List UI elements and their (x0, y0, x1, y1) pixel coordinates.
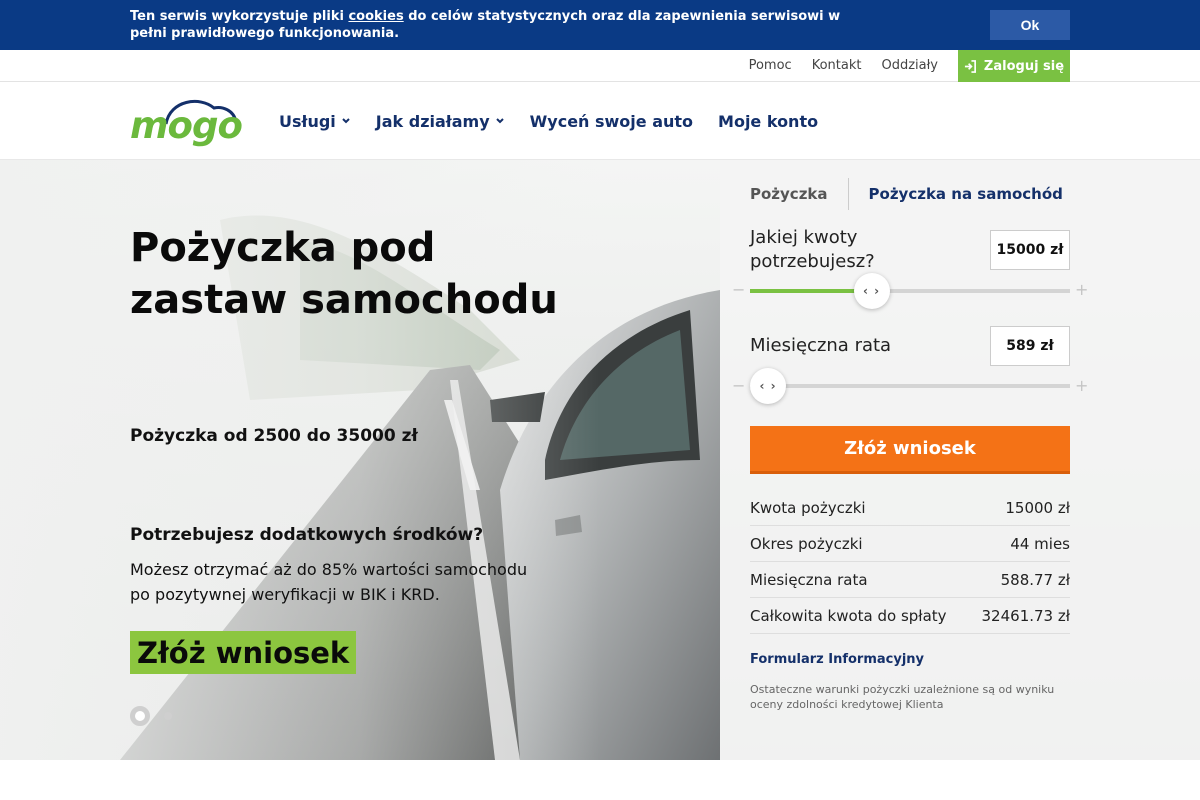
login-label: Zaloguj się (983, 58, 1065, 74)
slide-dot-active[interactable] (130, 706, 150, 726)
top-links: Pomoc Kontakt Oddziały (749, 50, 938, 81)
summary-value: 32461.73 zł (981, 606, 1070, 625)
slide-dot[interactable] (164, 712, 172, 720)
tab-car-loan[interactable]: Pożyczka na samochód (849, 185, 1063, 203)
rate-input[interactable]: 589 zł (990, 326, 1070, 366)
information-form-link[interactable]: Formularz Informacyjny (750, 652, 924, 667)
disclaimer-text: Ostateczne warunki pożyczki uzależnione … (750, 683, 1055, 711)
chevron-down-icon (495, 118, 504, 124)
amount-slider[interactable]: ‹ › (750, 273, 1070, 309)
rate-slider[interactable]: ‹ › (750, 368, 1070, 404)
rate-slider-handle[interactable]: ‹ › (750, 368, 786, 404)
logo-wordmark: mogo (130, 104, 243, 147)
hero-title: Pożyczka pod zastaw samochodu (130, 225, 558, 323)
amount-slider-handle[interactable]: ‹ › (853, 273, 890, 309)
summary-label: Miesięczna rata (750, 570, 868, 589)
amount-input[interactable]: 15000 zł (990, 230, 1070, 270)
amount-minus-icon[interactable]: − (732, 280, 745, 299)
cookie-ok-button[interactable]: Ok (990, 10, 1070, 40)
summary-label: Okres pożyczki (750, 534, 863, 553)
menu-label: Moje konto (718, 111, 819, 131)
cookie-bar: Ten serwis wykorzystuje pliki cookies do… (0, 0, 1200, 50)
top-bar: Pomoc Kontakt Oddziały Zaloguj się (0, 50, 1200, 82)
rate-plus-icon[interactable]: + (1075, 376, 1088, 395)
amount-plus-icon[interactable]: + (1075, 280, 1088, 299)
summary-value: 44 mies (1010, 534, 1070, 553)
main-nav: mogo Usługi Jak działamy Wyceń swoje aut… (0, 82, 1200, 160)
summary-row-total: Całkowita kwota do spłaty 32461.73 zł (750, 598, 1070, 634)
calculator-tabs: Pożyczka Pożyczka na samochód (750, 178, 1063, 210)
contact-link[interactable]: Kontakt (812, 58, 862, 73)
summary-label: Całkowita kwota do spłaty (750, 606, 947, 625)
hero-question: Potrzebujesz dodatkowych środków? (130, 525, 484, 545)
cookies-link[interactable]: cookies (348, 9, 403, 24)
mogo-logo[interactable]: mogo (130, 92, 243, 152)
chevron-down-icon (342, 118, 350, 124)
help-link[interactable]: Pomoc (749, 58, 792, 73)
menu-item-my-account[interactable]: Moje konto (718, 112, 818, 131)
loan-range-text: Pożyczka od 2500 do 35000 zł (130, 426, 418, 446)
summary-value: 15000 zł (1005, 498, 1070, 517)
calculator-apply-button[interactable]: Złóż wniosek (750, 426, 1070, 471)
menu-label: Jak działamy (375, 111, 490, 131)
summary-row-monthly: Miesięczna rata 588.77 zł (750, 562, 1070, 598)
cookie-message: Ten serwis wykorzystuje pliki cookies do… (130, 9, 841, 41)
amount-label: Jakiej kwoty potrzebujesz? (750, 227, 875, 272)
tab-loan[interactable]: Pożyczka (750, 178, 849, 210)
summary-label: Kwota pożyczki (750, 498, 866, 517)
loan-calculator: Pożyczka Pożyczka na samochód Jakiej kwo… (720, 160, 1200, 760)
loan-summary: Kwota pożyczki 15000 zł Okres pożyczki 4… (750, 490, 1070, 634)
menu-label: Usługi (279, 111, 336, 131)
menu-label: Wyceń swoje auto (529, 111, 694, 131)
hero-apply-button[interactable]: Złóż wniosek (130, 631, 357, 674)
branches-link[interactable]: Oddziały (881, 58, 938, 73)
menu-item-car-valuation[interactable]: Wyceń swoje auto (530, 112, 693, 131)
rate-label: Miesięczna rata (750, 335, 892, 356)
rate-minus-icon[interactable]: − (732, 376, 745, 395)
hero-description: Możesz otrzymać aż do 85% wartości samoc… (130, 560, 528, 604)
summary-row-amount: Kwota pożyczki 15000 zł (750, 490, 1070, 526)
sign-in-icon (964, 59, 976, 73)
summary-row-period: Okres pożyczki 44 mies (750, 526, 1070, 562)
menu: Usługi Jak działamy Wyceń swoje auto Moj… (279, 82, 818, 160)
login-button[interactable]: Zaloguj się (958, 50, 1070, 82)
summary-value: 588.77 zł (1000, 570, 1070, 589)
menu-item-services[interactable]: Usługi (279, 112, 351, 131)
hero: Pożyczka pod zastaw samochodu Pożyczka o… (0, 160, 1200, 760)
menu-item-how-it-works[interactable]: Jak działamy (376, 112, 505, 131)
